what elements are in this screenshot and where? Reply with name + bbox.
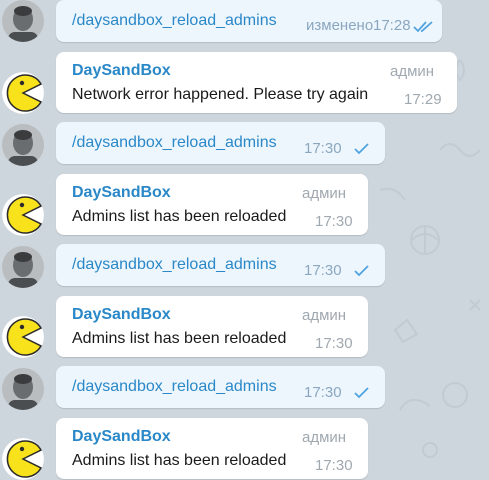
message-time: 17:30 bbox=[304, 262, 342, 279]
admin-badge: админ bbox=[302, 185, 347, 202]
message-time: 17:30 bbox=[315, 335, 353, 352]
single-check-icon bbox=[354, 143, 369, 155]
bot-command-link[interactable]: /daysandbox_reload_admins bbox=[72, 378, 277, 396]
pacman-avatar-icon bbox=[2, 194, 44, 236]
message-text: Admins list has been reloaded bbox=[72, 330, 287, 347]
outgoing-message-bubble[interactable]: /daysandbox_reload_admins 17:30 bbox=[56, 122, 385, 164]
message-time: 17:30 bbox=[315, 457, 353, 474]
outgoing-message-bubble[interactable]: /daysandbox_reload_admins 17:30 bbox=[56, 366, 385, 408]
message-time: 17:29 bbox=[404, 91, 442, 108]
user-avatar[interactable] bbox=[2, 0, 44, 42]
incoming-message-bubble[interactable]: DaySandBox админ Admins list has been re… bbox=[56, 418, 368, 479]
message-time: 17:30 bbox=[304, 384, 342, 401]
user-photo-icon bbox=[2, 124, 44, 166]
user-avatar[interactable] bbox=[2, 368, 44, 410]
sender-name[interactable]: DaySandBox bbox=[72, 184, 171, 202]
bot-avatar[interactable] bbox=[2, 316, 44, 358]
pacman-avatar-icon bbox=[2, 72, 44, 114]
user-photo-icon bbox=[2, 0, 44, 42]
bot-command-link[interactable]: /daysandbox_reload_admins bbox=[72, 256, 277, 274]
user-avatar[interactable] bbox=[2, 246, 44, 288]
pacman-avatar-icon bbox=[2, 438, 44, 480]
outgoing-message-bubble[interactable]: /daysandbox_reload_admins 17:30 bbox=[56, 244, 385, 286]
edited-label: изменено bbox=[306, 17, 374, 34]
message-time: 17:28 bbox=[373, 17, 411, 34]
bot-avatar[interactable] bbox=[2, 72, 44, 114]
single-check-icon bbox=[354, 265, 369, 277]
message-text: Admins list has been reloaded bbox=[72, 208, 287, 225]
bot-avatar[interactable] bbox=[2, 194, 44, 236]
double-check-icon bbox=[413, 21, 433, 33]
incoming-message-bubble[interactable]: DaySandBox админ Network error happened.… bbox=[56, 52, 457, 113]
message-time: 17:30 bbox=[315, 213, 353, 230]
admin-badge: админ bbox=[390, 63, 435, 80]
incoming-message-bubble[interactable]: DaySandBox админ Admins list has been re… bbox=[56, 174, 368, 235]
user-avatar[interactable] bbox=[2, 124, 44, 166]
message-text: Network error happened. Please try again bbox=[72, 86, 369, 103]
single-check-icon bbox=[354, 387, 369, 399]
incoming-message-bubble[interactable]: DaySandBox админ Admins list has been re… bbox=[56, 296, 368, 357]
message-time: 17:30 bbox=[304, 140, 342, 157]
user-photo-icon bbox=[2, 246, 44, 288]
message-text: Admins list has been reloaded bbox=[72, 452, 287, 469]
admin-badge: админ bbox=[302, 307, 347, 324]
bot-command-link[interactable]: /daysandbox_reload_admins bbox=[72, 134, 277, 152]
sender-name[interactable]: DaySandBox bbox=[72, 306, 171, 324]
outgoing-message-bubble[interactable]: /daysandbox_reload_admins изменено 17:28 bbox=[56, 0, 442, 42]
bot-command-link[interactable]: /daysandbox_reload_admins bbox=[72, 12, 277, 30]
sender-name[interactable]: DaySandBox bbox=[72, 62, 171, 80]
pacman-avatar-icon bbox=[2, 316, 44, 358]
bot-avatar[interactable] bbox=[2, 438, 44, 480]
sender-name[interactable]: DaySandBox bbox=[72, 428, 171, 446]
user-photo-icon bbox=[2, 368, 44, 410]
admin-badge: админ bbox=[302, 429, 347, 446]
